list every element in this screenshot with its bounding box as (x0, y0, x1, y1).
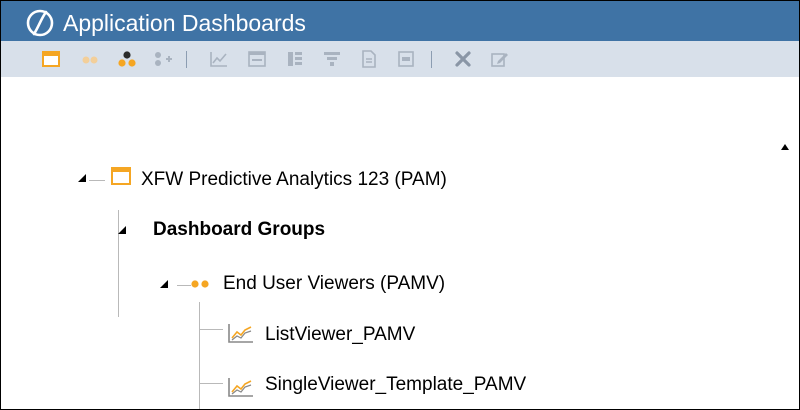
create-profile-button[interactable] (114, 46, 140, 72)
expand-triangle-icon[interactable] (117, 225, 127, 235)
columns-button[interactable] (282, 46, 308, 72)
delete-icon (455, 51, 471, 67)
line-chart-icon (228, 324, 253, 343)
tree-node-label: Dashboard Groups (153, 219, 326, 240)
onestream-logo-icon (26, 9, 54, 37)
tree-connector-line (89, 180, 105, 181)
window-button[interactable] (244, 46, 270, 72)
document-button[interactable] (356, 46, 382, 72)
window-icon (248, 51, 266, 67)
toolbar-separator (431, 51, 432, 68)
edit-icon (491, 53, 508, 67)
create-chart-dashboard-button[interactable] (206, 46, 232, 72)
application-dashboards-window: Application Dashboards XFW Predictive An… (0, 0, 800, 410)
toolbar (1, 41, 799, 77)
two-dots-group-icon (82, 56, 98, 64)
tree-connector-line (199, 383, 223, 384)
three-dots-group-icon (118, 51, 136, 67)
toolbar-separator (186, 51, 187, 68)
two-dots-group-icon (191, 280, 209, 288)
component-button[interactable] (393, 46, 419, 72)
columns-icon (288, 52, 302, 66)
delete-button[interactable] (450, 46, 476, 72)
dashboard-calendar-icon (111, 167, 131, 185)
tree-connector-line (199, 329, 223, 330)
expand-triangle-icon[interactable] (77, 173, 87, 183)
component-icon (398, 51, 414, 67)
tree-node-label: ListViewer_PAMV (265, 324, 416, 345)
add-group-icon (155, 52, 172, 66)
window-title: Application Dashboards (63, 10, 306, 36)
line-chart-icon (228, 378, 253, 397)
title-row: Application Dashboards (1, 1, 799, 41)
scroll-up-arrow-icon[interactable] (781, 144, 789, 150)
filter-button[interactable] (319, 46, 345, 72)
tree-node-label: XFW Predictive Analytics 123 (PAM) (141, 169, 447, 190)
edit-button[interactable] (487, 46, 513, 72)
dashboard-tree (1, 77, 799, 409)
expand-triangle-icon[interactable] (159, 279, 169, 289)
filter-icon (324, 52, 340, 66)
tree-node-label: SingleViewer_Template_PAMV (265, 374, 527, 395)
tree-connector-line (199, 302, 200, 409)
add-group-button[interactable] (150, 46, 176, 72)
document-icon (362, 50, 376, 68)
dashboard-calendar-icon (42, 51, 60, 67)
create-dashboard-button[interactable] (38, 46, 64, 72)
create-group-button[interactable] (77, 46, 103, 72)
title-bar: Application Dashboards (1, 1, 799, 77)
line-chart-icon (210, 52, 227, 67)
tree-node-label: End User Viewers (PAMV) (223, 273, 446, 294)
